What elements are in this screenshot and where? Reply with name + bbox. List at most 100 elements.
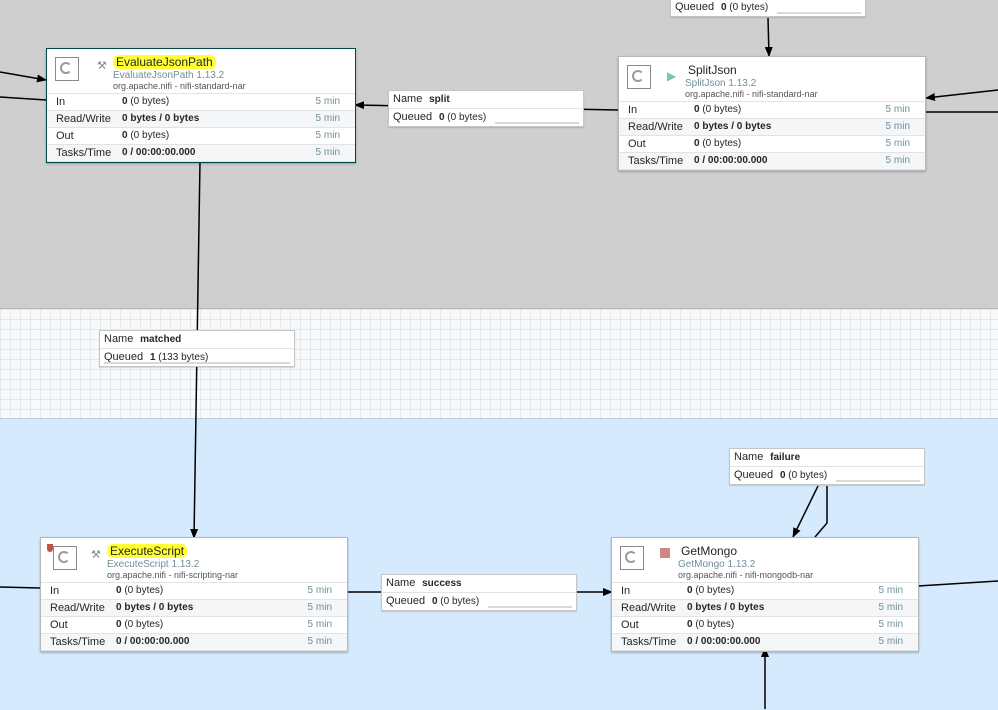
stat-time: 5 min <box>315 96 340 107</box>
stat-value: 0 (0 bytes) <box>122 94 169 110</box>
stat-count: 0 <box>122 96 128 107</box>
queued-bytes: (0 bytes) <box>729 2 769 13</box>
queued-count: 0 <box>779 470 786 481</box>
queue-bar <box>488 606 572 608</box>
queued-bytes: (0 bytes) <box>788 470 828 481</box>
stat-detail: (0 bytes) <box>695 585 735 596</box>
stat-time: 5 min <box>885 138 910 149</box>
stat-value: 0 (0 bytes) <box>122 128 169 144</box>
stat-count: 0 <box>694 138 700 149</box>
queued-label: Queued <box>386 595 426 607</box>
stat-value: 0 bytes / 0 bytes <box>122 111 199 127</box>
stat-label: Out <box>56 130 74 142</box>
stats-row-in: In 0 (0 bytes) 5 min <box>612 583 918 600</box>
stats-row-in: In 0 (0 bytes) 5 min <box>41 583 347 600</box>
processor-type: SplitJson 1.13.2 <box>685 78 757 89</box>
stats-row-readwrite: Read/Write 0 bytes / 0 bytes 5 min <box>612 600 918 617</box>
processor-executescript[interactable]: ⚒ ExecuteScript ExecuteScript 1.13.2 org… <box>40 537 348 652</box>
stats-row-out: Out 0 (0 bytes) 5 min <box>619 136 925 153</box>
processor-getmongo[interactable]: GetMongo GetMongo 1.13.2 org.apache.nifi… <box>611 537 919 652</box>
stat-value: 0 / 00:00:00.000 <box>122 145 195 161</box>
stat-count: 0 bytes / 0 bytes <box>122 113 200 124</box>
stat-value: 0 bytes / 0 bytes <box>116 600 193 616</box>
edge-into-evaluate-2[interactable] <box>0 96 47 101</box>
stat-time: 5 min <box>878 602 903 613</box>
processor-header: ⚒ ExecuteScript ExecuteScript 1.13.2 org… <box>41 538 347 583</box>
stat-detail: (0 bytes) <box>702 104 742 115</box>
queued-count: 0 <box>431 596 438 607</box>
processor-name: SplitJson <box>688 63 737 77</box>
queued-row: Queued 0 (0 bytes) <box>671 0 865 16</box>
stat-count: 0 <box>687 619 693 630</box>
stats-table: In 0 (0 bytes) 5 min Read/Write 0 bytes / 0… <box>47 94 355 162</box>
queue-bar <box>836 480 920 482</box>
stat-time: 5 min <box>885 104 910 115</box>
processor-icon <box>620 546 644 570</box>
edge-left-execute[interactable] <box>0 586 41 589</box>
stat-value: 0 (0 bytes) <box>116 583 163 599</box>
edge-failure-out[interactable] <box>814 486 828 538</box>
processor-type: EvaluateJsonPath 1.13.2 <box>113 70 225 81</box>
stat-label: Out <box>628 138 646 150</box>
name-label: Name <box>393 93 423 105</box>
stat-label: Out <box>621 619 639 631</box>
connection-label-top[interactable]: Queued 0 (0 bytes) <box>670 0 866 17</box>
stat-time: 5 min <box>315 113 340 124</box>
stats-row-readwrite: Read/Write 0 bytes / 0 bytes 5 min <box>41 600 347 617</box>
connection-label-split[interactable]: Name split Queued 0 (0 bytes) <box>388 90 584 127</box>
name-label: Name <box>386 577 416 589</box>
stat-label: Read/Write <box>628 121 683 133</box>
stat-detail: (0 bytes) <box>124 619 164 630</box>
processor-type: GetMongo 1.13.2 <box>678 559 756 570</box>
processor-name: GetMongo <box>681 544 738 558</box>
stat-detail: (0 bytes) <box>124 585 164 596</box>
stat-label: In <box>50 585 60 597</box>
stats-row-in: In 0 (0 bytes) 5 min <box>47 94 355 111</box>
stat-count: 0 / 00:00:00.000 <box>116 636 190 647</box>
stat-label: Read/Write <box>56 113 111 125</box>
processor-header: GetMongo GetMongo 1.13.2 org.apache.nifi… <box>612 538 918 583</box>
edge-right-into-splitjson[interactable] <box>925 89 998 101</box>
connection-name: matched <box>140 334 182 345</box>
processor-name: EvaluateJsonPath <box>113 55 216 69</box>
name-row: Name failure <box>730 449 924 466</box>
edge-into-splitjson[interactable] <box>764 17 773 57</box>
stat-label: In <box>628 104 638 116</box>
queued-row: Queued 0 (0 bytes) <box>389 108 583 126</box>
processor-evaluatejsonpath[interactable]: ⚒ EvaluateJsonPath EvaluateJsonPath 1.13… <box>46 48 356 163</box>
connection-label-failure[interactable]: Name failure Queued 0 (0 bytes) <box>729 448 925 485</box>
edge-failure-in[interactable] <box>792 485 819 538</box>
edge-into-evaluate[interactable] <box>0 71 47 83</box>
stats-table: In 0 (0 bytes) 5 min Read/Write 0 bytes / 0… <box>41 583 347 651</box>
queued-label: Queued <box>734 469 774 481</box>
stat-label: Tasks/Time <box>628 155 684 167</box>
stats-table: In 0 (0 bytes) 5 min Read/Write 0 bytes / 0… <box>612 583 918 651</box>
processor-name: ExecuteScript <box>107 544 188 558</box>
queue-bar <box>104 362 290 364</box>
connection-name: split <box>429 94 450 105</box>
stats-table: In 0 (0 bytes) 5 min Read/Write 0 bytes / 0… <box>619 102 925 170</box>
stat-time: 5 min <box>885 121 910 132</box>
stat-label: Read/Write <box>50 602 105 614</box>
connection-label-success[interactable]: Name success Queued 0 (0 bytes) <box>381 574 577 611</box>
connection-name: success <box>422 578 462 589</box>
name-label: Name <box>734 451 764 463</box>
queued-label: Queued <box>675 1 715 13</box>
stat-time: 5 min <box>307 619 332 630</box>
stat-label: Tasks/Time <box>621 636 677 648</box>
queue-bar <box>495 122 579 124</box>
edge-right-getmongo[interactable] <box>917 580 998 587</box>
stat-count: 0 <box>687 585 693 596</box>
stat-detail: (0 bytes) <box>130 96 170 107</box>
stats-row-readwrite: Read/Write 0 bytes / 0 bytes 5 min <box>47 111 355 128</box>
processor-splitjson[interactable]: ▶ SplitJson SplitJson 1.13.2 org.apache.… <box>618 56 926 171</box>
running-play-icon: ▶ <box>667 69 677 83</box>
stat-detail: (0 bytes) <box>702 138 742 149</box>
stat-value: 0 / 00:00:00.000 <box>694 153 767 169</box>
connection-name: failure <box>770 452 801 463</box>
stat-value: 0 (0 bytes) <box>694 136 741 152</box>
stat-time: 5 min <box>878 636 903 647</box>
queue-bar <box>777 12 861 14</box>
connection-label-matched[interactable]: Name matched Queued 1 (133 bytes) <box>99 330 295 367</box>
stat-time: 5 min <box>315 147 340 158</box>
